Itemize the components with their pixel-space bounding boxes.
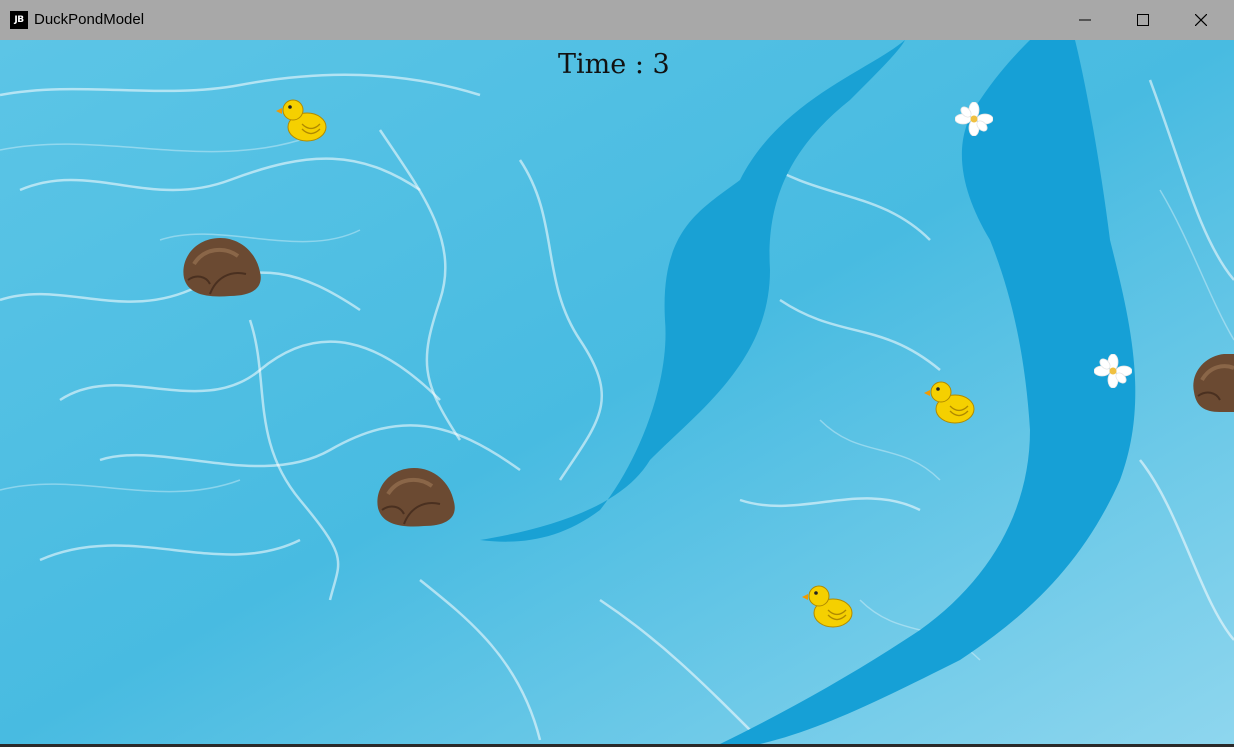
time-value: 3: [652, 49, 670, 80]
rock-icon: [377, 468, 455, 527]
window-title: DuckPondModel: [34, 11, 145, 28]
maximize-button[interactable]: [1114, 0, 1172, 40]
water-lily-icon: [1094, 354, 1132, 388]
pond-water-background: [0, 40, 1234, 744]
time-display: Time : 3: [558, 49, 670, 80]
close-button[interactable]: [1172, 0, 1230, 40]
rubber-duck-icon[interactable]: [276, 94, 330, 146]
rock-icon: [183, 238, 261, 297]
rock-icon: [1193, 354, 1234, 412]
minimize-button[interactable]: [1056, 0, 1114, 40]
time-separator: :: [626, 49, 653, 80]
jetbrains-app-icon: JB: [10, 11, 28, 29]
time-label: Time: [558, 49, 627, 80]
maximize-icon: [1137, 14, 1149, 26]
app-window: JB DuckPondModel Time: 3: [0, 0, 1234, 747]
rubber-duck-icon[interactable]: [802, 580, 856, 632]
close-icon: [1195, 14, 1207, 26]
water-lily-icon: [955, 102, 993, 136]
rubber-duck-icon[interactable]: [924, 376, 978, 428]
minimize-icon: [1079, 19, 1091, 21]
title-bar[interactable]: JB DuckPondModel: [0, 0, 1234, 40]
pond-canvas[interactable]: Time : 3: [0, 40, 1234, 744]
